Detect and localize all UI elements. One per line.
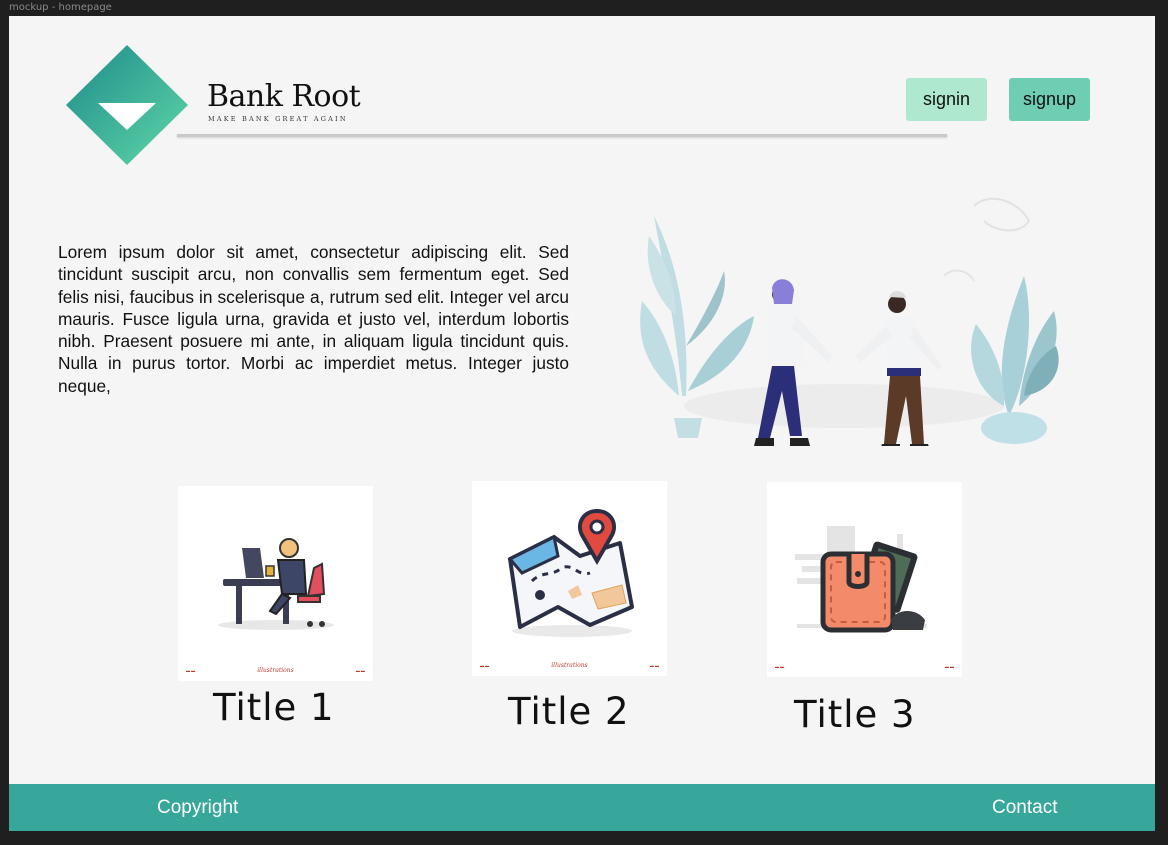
card-title: Title 3 <box>794 693 916 736</box>
feature-card[interactable]: ▬ ▬ illustrations ▬ ▬ <box>472 481 667 676</box>
brand-name: Bank Root <box>207 79 361 114</box>
signin-button[interactable]: signin <box>906 78 987 121</box>
person-at-desk-icon <box>218 538 334 630</box>
contact-link[interactable]: Contact <box>992 797 1057 819</box>
signup-button[interactable]: signup <box>1009 78 1090 121</box>
header-divider <box>177 134 947 137</box>
copyright-link[interactable]: Copyright <box>157 797 238 819</box>
card-title: Title 2 <box>508 690 630 733</box>
card-footer-brand: illustrations <box>257 666 294 674</box>
wallet-icon <box>795 526 927 633</box>
footer-bar: Copyright Contact <box>9 784 1155 831</box>
handshake-illustration <box>640 197 1059 446</box>
window-title: mockup - homepage <box>9 2 112 13</box>
map-pin-icon <box>507 508 634 637</box>
intro-paragraph: Lorem ipsum dolor sit amet, consectetur … <box>58 242 569 396</box>
feature-card[interactable]: ▬ ▬ illustrations ▬ ▬ <box>178 486 373 681</box>
card-title: Title 1 <box>213 686 335 729</box>
bank-root-logo-icon[interactable] <box>64 43 190 167</box>
homepage-canvas: Bank Root MAKE BANK GREAT AGAIN signin s… <box>9 16 1155 831</box>
brand-tagline: MAKE BANK GREAT AGAIN <box>208 115 348 123</box>
card-footer-brand: illustrations <box>551 661 588 669</box>
feature-card[interactable]: ▬ ▬ ▬ ▬ <box>767 482 962 677</box>
